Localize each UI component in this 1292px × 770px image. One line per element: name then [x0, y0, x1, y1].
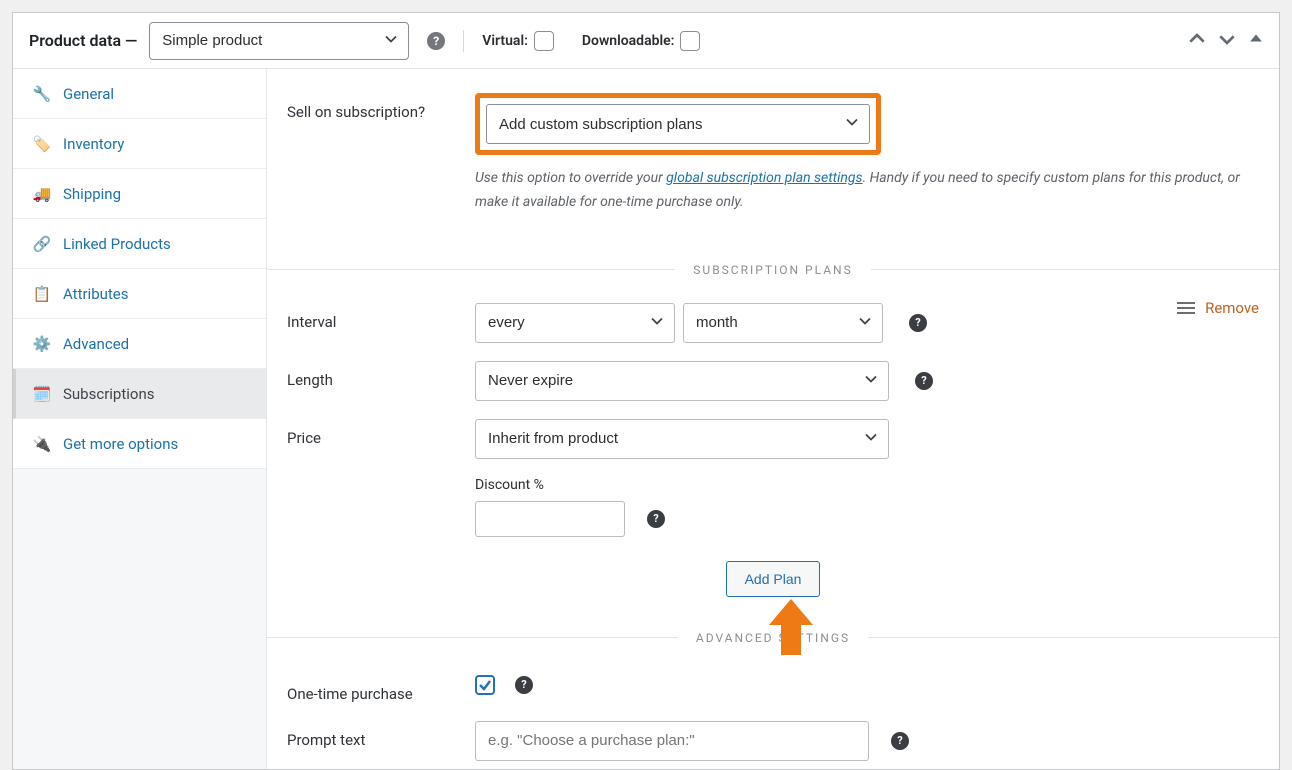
length-select[interactable]: Never expire	[475, 361, 889, 401]
content-area: Sell on subscription? Add custom subscri…	[267, 69, 1279, 769]
sell-on-subscription-select[interactable]: Add custom subscription plans	[486, 104, 870, 144]
tab-get-more-options[interactable]: 🔌 Get more options	[13, 419, 266, 469]
truck-icon: 🚚	[33, 185, 51, 203]
list-icon: 📋	[33, 285, 51, 303]
help-icon[interactable]: ?	[891, 732, 909, 750]
tab-attributes[interactable]: 📋 Attributes	[13, 269, 266, 319]
tab-inventory[interactable]: 🏷️ Inventory	[13, 119, 266, 169]
one-time-purchase-label: One-time purchase	[287, 675, 475, 703]
tab-subscriptions[interactable]: 🗓️ Subscriptions	[13, 369, 266, 419]
help-icon[interactable]: ?	[909, 314, 927, 332]
help-icon[interactable]: ?	[515, 676, 533, 694]
global-settings-link[interactable]: global subscription plan settings	[666, 170, 862, 186]
highlight-box: Add custom subscription plans	[475, 93, 881, 155]
help-icon[interactable]: ?	[427, 32, 445, 50]
divider	[463, 30, 464, 52]
one-time-purchase-checkbox[interactable]	[475, 675, 495, 695]
virtual-checkbox-label: Virtual:	[482, 31, 554, 51]
discount-input[interactable]	[475, 501, 625, 537]
wrench-icon: 🔧	[33, 85, 51, 103]
subscription-plans-heading: SUBSCRIPTION PLANS	[267, 263, 1279, 277]
price-select[interactable]: Inherit from product	[475, 419, 889, 459]
add-plan-button[interactable]: Add Plan	[726, 561, 821, 597]
drag-handle-icon[interactable]	[1177, 302, 1195, 314]
tag-icon: 🏷️	[33, 135, 51, 153]
discount-label: Discount %	[475, 477, 1259, 493]
calendar-icon: 🗓️	[33, 385, 51, 403]
prompt-text-input[interactable]	[475, 721, 869, 761]
sell-on-subscription-label: Sell on subscription?	[287, 93, 475, 121]
move-up-icon[interactable]	[1189, 31, 1205, 51]
interval-frequency-select[interactable]: every	[475, 303, 675, 343]
panel-header: Product data — Simple product ? Virtual:…	[13, 13, 1279, 69]
collapse-icon[interactable]	[1249, 31, 1263, 51]
interval-label: Interval	[287, 303, 475, 331]
panel-title: Product data —	[29, 31, 137, 50]
prompt-text-label: Prompt text	[287, 721, 475, 749]
tab-shipping[interactable]: 🚚 Shipping	[13, 169, 266, 219]
product-type-select[interactable]: Simple product	[149, 22, 409, 60]
interval-unit-select[interactable]: month	[683, 303, 883, 343]
remove-plan-button[interactable]: Remove	[1177, 299, 1259, 317]
gear-icon: ⚙️	[33, 335, 51, 353]
tabs-sidebar: 🔧 General 🏷️ Inventory 🚚 Shipping 🔗 Link…	[13, 69, 267, 769]
product-data-panel: Product data — Simple product ? Virtual:…	[12, 12, 1280, 770]
plug-icon: 🔌	[33, 435, 51, 453]
help-icon[interactable]: ?	[915, 372, 933, 390]
tab-linked-products[interactable]: 🔗 Linked Products	[13, 219, 266, 269]
length-label: Length	[287, 361, 475, 389]
move-down-icon[interactable]	[1219, 31, 1235, 51]
subscription-hint: Use this option to override your global …	[475, 167, 1255, 215]
virtual-checkbox[interactable]	[534, 31, 554, 51]
downloadable-checkbox-label: Downloadable:	[582, 31, 701, 51]
tab-general[interactable]: 🔧 General	[13, 69, 266, 119]
help-icon[interactable]: ?	[647, 510, 665, 528]
link-icon: 🔗	[33, 235, 51, 253]
tab-advanced[interactable]: ⚙️ Advanced	[13, 319, 266, 369]
price-label: Price	[287, 419, 475, 447]
downloadable-checkbox[interactable]	[680, 31, 700, 51]
